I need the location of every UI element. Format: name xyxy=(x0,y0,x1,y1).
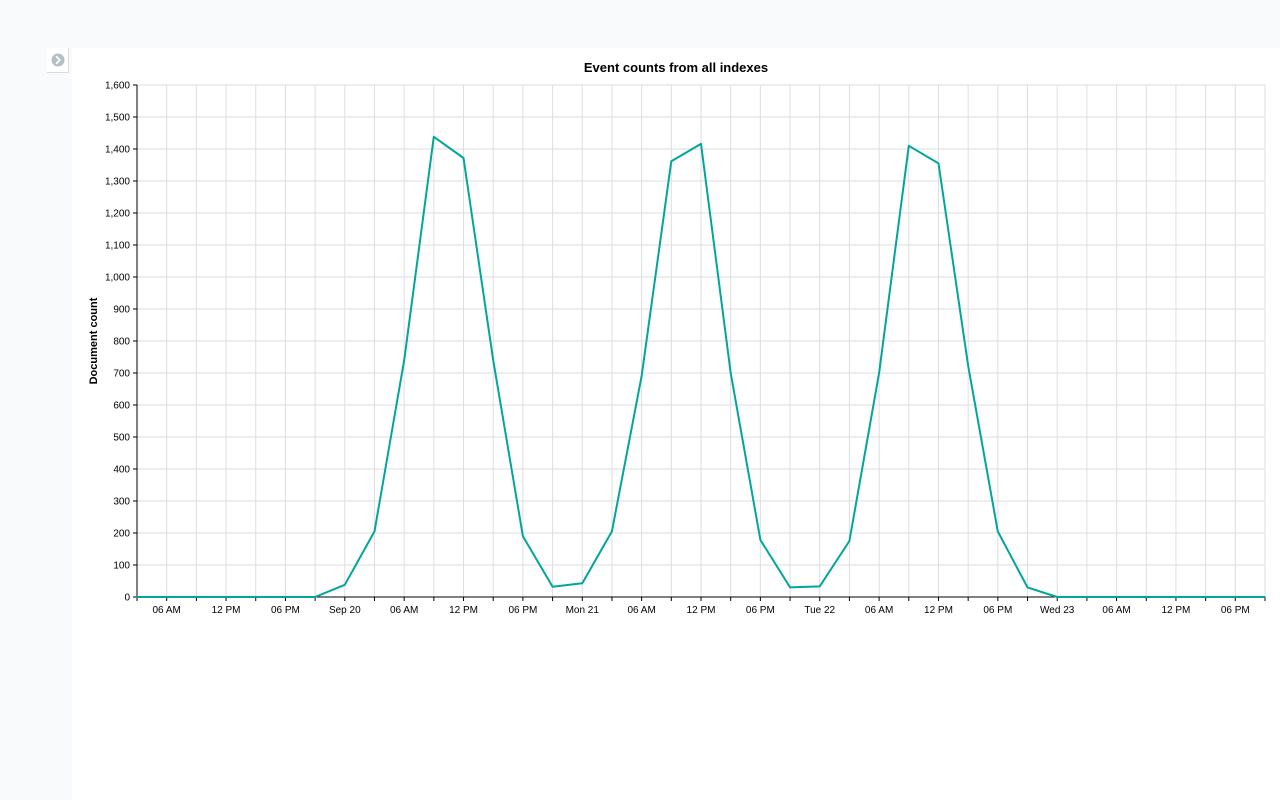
data-point xyxy=(611,530,613,533)
chart-panel: 0 100 200 300 400 500 600 700 800 900 1,000 1,100 1,… xyxy=(72,48,1280,800)
data-point xyxy=(522,535,524,537)
data-point xyxy=(700,143,702,145)
x-tick-label: 12 PM xyxy=(212,605,241,616)
y-tick-label: 300 xyxy=(113,497,130,508)
y-tick-label: 500 xyxy=(113,433,130,444)
data-point xyxy=(1026,586,1029,589)
x-tick-label: 12 PM xyxy=(687,605,716,616)
y-axis-label: Document count xyxy=(88,297,100,384)
data-point xyxy=(225,596,227,598)
data-point xyxy=(1086,596,1088,598)
data-point xyxy=(907,145,910,147)
axes: 0 100 200 300 400 500 600 700 800 900 1,000 1,100 1,… xyxy=(105,81,1266,616)
data-point xyxy=(373,530,376,533)
x-tick-label: 06 AM xyxy=(627,605,655,616)
x-tick-label: Tue 22 xyxy=(804,605,835,616)
data-point xyxy=(789,586,791,589)
x-tick-label: 06 PM xyxy=(1221,605,1250,616)
x-tick-label: Mon 21 xyxy=(566,605,600,616)
y-tick-label: 600 xyxy=(113,401,130,412)
x-tick-label: 06 PM xyxy=(746,605,775,616)
data-point xyxy=(551,585,554,588)
chart-title: Event counts from all indexes xyxy=(584,60,768,75)
x-tick-label: 06 AM xyxy=(865,605,893,616)
y-tick-label: 800 xyxy=(113,337,130,348)
y-tick-label: 1,400 xyxy=(105,145,130,156)
sidebar-toggle-button[interactable] xyxy=(47,48,69,73)
x-tick-label: 06 AM xyxy=(390,605,418,616)
data-point xyxy=(1145,596,1148,598)
x-tick-label: 06 AM xyxy=(153,605,181,616)
data-point xyxy=(492,359,495,362)
data-point xyxy=(254,596,257,598)
x-tick-label: 06 AM xyxy=(1102,605,1130,616)
x-tick-label: 12 PM xyxy=(924,605,953,616)
y-tick-label: 1,600 xyxy=(105,81,130,92)
x-tick-label: 06 PM xyxy=(983,605,1012,616)
data-point xyxy=(1204,596,1207,598)
y-tick-label: 1,100 xyxy=(105,241,130,252)
y-tick-label: 1,300 xyxy=(105,177,130,188)
chevron-right-circle-icon xyxy=(51,53,65,67)
y-tick-label: 1,000 xyxy=(105,273,130,284)
data-point xyxy=(1234,596,1237,598)
data-point xyxy=(759,539,762,541)
x-tick-label: 12 PM xyxy=(1161,605,1190,616)
data-point xyxy=(670,160,673,162)
grid xyxy=(136,84,1266,598)
data-point xyxy=(878,372,880,374)
x-tick-label: 06 PM xyxy=(271,605,300,616)
data-point xyxy=(1115,596,1118,598)
data-point xyxy=(136,596,138,598)
data-point xyxy=(581,582,584,585)
data-point xyxy=(937,162,940,165)
data-point xyxy=(640,375,643,378)
x-tick-label: 06 PM xyxy=(508,605,537,616)
top-bar xyxy=(0,0,1280,48)
data-point xyxy=(967,365,969,367)
y-tick-label: 100 xyxy=(113,561,130,572)
data-point xyxy=(818,585,821,588)
y-tick-label: 400 xyxy=(113,465,130,476)
y-tick-label: 1,500 xyxy=(105,113,130,124)
data-point xyxy=(195,596,198,598)
data-point xyxy=(462,157,465,159)
x-tick-label: Sep 20 xyxy=(329,605,361,616)
event-count-chart: 0 100 200 300 400 500 600 700 800 900 1,000 1,100 1,… xyxy=(88,60,1266,616)
y-tick-label: 900 xyxy=(113,305,130,316)
sidebar xyxy=(0,48,72,800)
data-point xyxy=(403,359,405,362)
data-point xyxy=(848,540,851,542)
data-point xyxy=(314,596,316,598)
data-point xyxy=(1264,596,1266,598)
data-point xyxy=(284,596,287,598)
y-tick-label: 700 xyxy=(113,369,130,380)
y-tick-label: 200 xyxy=(113,529,130,540)
data-point xyxy=(729,372,732,374)
data-point xyxy=(433,136,435,138)
data-point xyxy=(343,584,346,586)
x-tick-label: Wed 23 xyxy=(1040,605,1075,616)
data-point xyxy=(997,530,999,533)
y-tick-label: 0 xyxy=(124,593,130,604)
data-point xyxy=(1056,596,1059,598)
x-tick-label: 12 PM xyxy=(449,605,478,616)
data-point xyxy=(1175,596,1177,598)
data-point xyxy=(165,596,168,598)
y-tick-label: 1,200 xyxy=(105,209,130,220)
